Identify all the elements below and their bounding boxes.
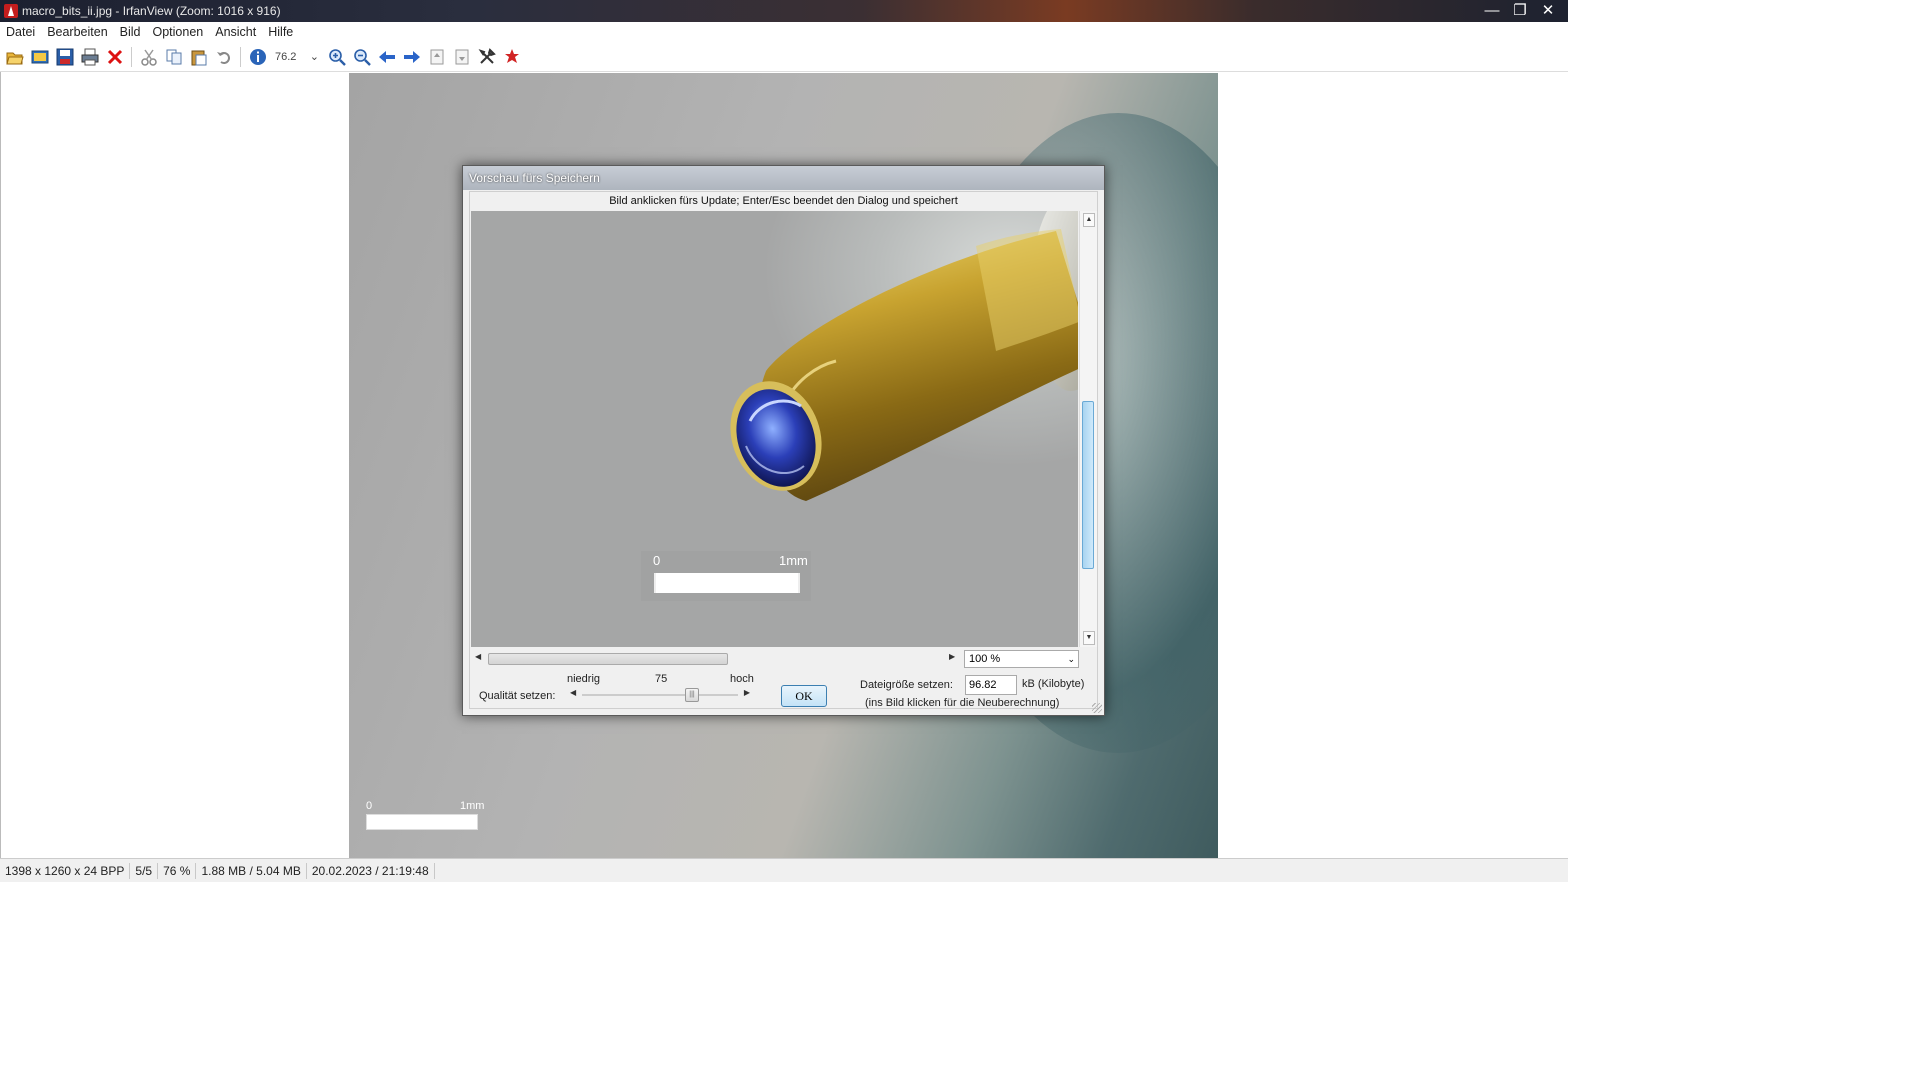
preview-scale-start: 0 [653, 553, 661, 568]
open-icon[interactable] [4, 46, 26, 68]
slider-track [582, 694, 738, 696]
toolbar-separator [240, 46, 241, 67]
print-icon[interactable] [79, 46, 101, 68]
slider-right-icon[interactable]: ▶ [744, 688, 750, 697]
preview-scale-end: 1mm [779, 553, 808, 568]
vertical-scroll-thumb[interactable] [1082, 401, 1094, 569]
scroll-left-icon[interactable]: ◀ [475, 652, 481, 661]
slideshow-icon[interactable] [29, 46, 51, 68]
horizontal-scroll-thumb[interactable] [488, 653, 728, 665]
page-up-icon[interactable] [426, 46, 448, 68]
zoom-combo[interactable]: 76.2 ⌄ [273, 48, 321, 66]
resize-grip-icon[interactable] [1092, 703, 1102, 713]
filesize-unit: kB (Kilobyte) [1022, 678, 1085, 690]
ok-button[interactable]: OK [781, 685, 827, 707]
next-icon[interactable] [401, 46, 423, 68]
cut-icon[interactable] [138, 46, 160, 68]
pin-illustration [730, 211, 1078, 501]
maximize-button[interactable]: ❐ [1506, 0, 1534, 22]
filesize-input[interactable]: 96.82 [965, 675, 1017, 695]
scroll-right-icon[interactable]: ▶ [949, 652, 955, 661]
preview-horizontal-scrollbar[interactable]: ◀ ▶ [471, 650, 956, 666]
slider-knob[interactable]: ||| [685, 688, 699, 702]
chevron-down-icon: ⌄ [1067, 654, 1075, 664]
toolbar-separator [131, 46, 132, 67]
filesize-note: (ins Bild klicken für die Neuberechnung) [865, 697, 1060, 709]
dialog-body: Bild anklicken fürs Update; Enter/Esc be… [469, 191, 1098, 709]
delete-icon[interactable] [104, 46, 126, 68]
preview-scale-rect [654, 573, 800, 593]
menu-ansicht[interactable]: Ansicht [209, 25, 262, 39]
title-bar: macro_bits_ii.jpg - IrfanView (Zoom: 101… [0, 0, 1568, 22]
filesize-label: Dateigröße setzen: [860, 679, 953, 691]
slider-left-icon[interactable]: ◀ [570, 688, 576, 697]
undo-icon[interactable] [213, 46, 235, 68]
window-controls: — ❐ ✕ [1478, 0, 1562, 22]
dialog-title[interactable]: Vorschau fürs Speichern [463, 166, 1104, 190]
chevron-down-icon: ⌄ [309, 51, 319, 63]
menu-bild[interactable]: Bild [114, 25, 147, 39]
preview-vertical-scrollbar[interactable]: ▲ ▼ [1079, 211, 1097, 647]
scale-bar [366, 814, 478, 830]
quality-low-label: niedrig [567, 673, 601, 685]
minimize-button[interactable]: — [1478, 0, 1506, 22]
zoom-in-icon[interactable] [326, 46, 348, 68]
settings-icon[interactable] [476, 46, 498, 68]
exit-icon[interactable] [501, 46, 523, 68]
dialog-hint: Bild anklicken fürs Update; Enter/Esc be… [609, 195, 958, 207]
menu-datei[interactable]: Datei [0, 25, 41, 39]
status-index: 5/5 [130, 862, 159, 879]
toolbar: 76.2 ⌄ [0, 42, 1568, 72]
preview-image[interactable]: 0 1mm [471, 211, 1078, 647]
menu-bearbeiten[interactable]: Bearbeiten [41, 25, 113, 39]
menu-bar: Datei Bearbeiten Bild Optionen Ansicht H… [0, 22, 1568, 42]
zoom-out-icon[interactable] [351, 46, 373, 68]
paste-icon[interactable] [188, 46, 210, 68]
status-memory: 1.88 MB / 5.04 MB [196, 862, 307, 879]
main-image-scale-bar: 0 1mm [366, 800, 484, 830]
copy-icon[interactable] [163, 46, 185, 68]
save-icon[interactable] [54, 46, 76, 68]
status-dimensions: 1398 x 1260 x 24 BPP [0, 862, 131, 879]
irfanview-app-icon[interactable] [4, 4, 18, 18]
menu-hilfe[interactable]: Hilfe [262, 25, 299, 39]
quality-value: 75 [655, 673, 668, 685]
quality-label: Qualität setzen: [479, 690, 556, 702]
previous-icon[interactable] [376, 46, 398, 68]
window-title: macro_bits_ii.jpg - IrfanView (Zoom: 101… [22, 4, 281, 18]
menu-optionen[interactable]: Optionen [147, 25, 210, 39]
preview-zoom-value: 100 % [969, 653, 1001, 665]
quality-high-label: hoch [730, 673, 754, 685]
scale-label-start: 0 [366, 800, 373, 812]
scale-label-end: 1mm [460, 800, 485, 812]
zoom-combo-value: 76.2 [275, 50, 297, 63]
status-bar: 1398 x 1260 x 24 BPP 5/5 76 % 1.88 MB / … [0, 858, 1568, 882]
close-button[interactable]: ✕ [1534, 0, 1562, 22]
page-down-icon[interactable] [451, 46, 473, 68]
save-preview-dialog: Vorschau fürs Speichern Bild anklicken f… [462, 165, 1105, 716]
scroll-down-icon[interactable]: ▼ [1083, 631, 1095, 645]
info-icon[interactable] [247, 46, 269, 68]
status-datetime: 20.02.2023 / 21:19:48 [307, 862, 435, 879]
preview-zoom-select[interactable]: 100 % ⌄ [964, 650, 1079, 668]
status-zoom: 76 % [158, 862, 197, 879]
scroll-up-icon[interactable]: ▲ [1083, 213, 1095, 227]
preview-scale-bar: 0 1mm [641, 551, 811, 601]
quality-slider[interactable]: ◀ ||| ▶ [570, 688, 750, 702]
